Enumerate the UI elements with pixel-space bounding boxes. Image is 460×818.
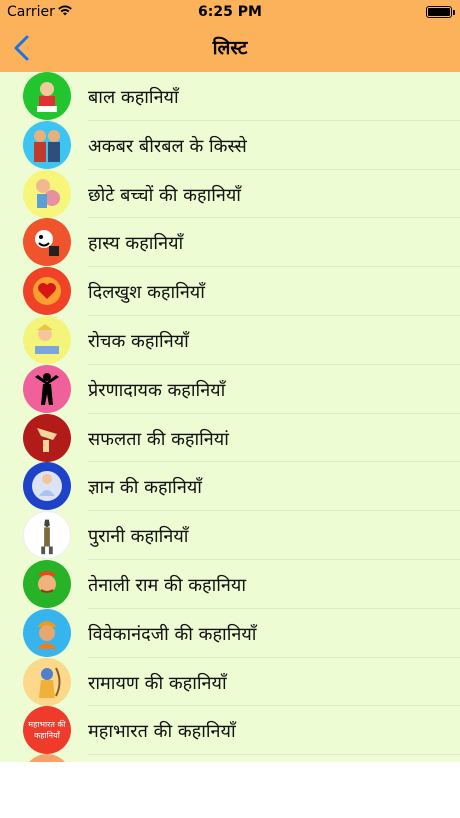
list-item[interactable]: सफलता की कहानियां bbox=[0, 413, 460, 463]
list-item-label: तेनाली राम की कहानिया bbox=[88, 574, 247, 596]
list-item[interactable]: रोचक कहानियाँ bbox=[0, 315, 460, 365]
funny-face-icon bbox=[23, 218, 71, 267]
list-item[interactable]: तेनाली राम की कहानिया bbox=[0, 559, 460, 609]
battery-icon bbox=[426, 6, 455, 18]
rama-icon bbox=[23, 657, 71, 706]
list-item[interactable]: छोटे बच्चों की कहानियाँ bbox=[0, 169, 460, 219]
list-item[interactable]: दिलखुश कहानियाँ bbox=[0, 267, 460, 316]
top-bar: Carrier 6:25 PM लिस्ट bbox=[0, 0, 460, 72]
list-item-label: रोचक कहानियाँ bbox=[88, 330, 189, 352]
list-item-label: ज्ञान की कहानियाँ bbox=[88, 477, 202, 499]
list-item[interactable]: बाल कहानियाँ bbox=[0, 72, 460, 121]
trophy-icon bbox=[23, 413, 71, 462]
partial-avatar-icon bbox=[23, 754, 71, 762]
student-icon bbox=[23, 315, 71, 364]
list-item-label: बाल कहानियाँ bbox=[88, 87, 179, 108]
list-item[interactable]: प्रेरणादायक कहानियाँ bbox=[0, 364, 460, 414]
person-silhouette-icon bbox=[23, 364, 71, 413]
vivekananda-icon bbox=[23, 608, 71, 657]
row-divider bbox=[88, 754, 460, 756]
tenali-icon bbox=[23, 559, 71, 608]
list-item-label: अकबर बीरबल के किस्से bbox=[88, 135, 247, 157]
list-item[interactable]: ज्ञान की कहानियाँ bbox=[0, 462, 460, 512]
list-item-label: रामायण की कहानियाँ bbox=[88, 672, 227, 694]
heart-icon bbox=[23, 267, 71, 316]
list-item-label: महाभारत की कहानियाँ bbox=[88, 721, 236, 743]
list-item-label: सफलता की कहानियां bbox=[88, 428, 229, 450]
list-item[interactable]: महाभारत की कहानियाँ महाभारत की कहानियाँ bbox=[0, 706, 460, 756]
list-item-label: विवेकानंदजी की कहानियाँ bbox=[88, 623, 257, 645]
list-item-label: पुरानी कहानियाँ bbox=[88, 526, 189, 548]
child-reading-icon bbox=[23, 72, 71, 120]
list-item[interactable]: हास्य कहानियाँ bbox=[0, 218, 460, 268]
kids-icon bbox=[23, 169, 71, 218]
list-item[interactable]: अकबर बीरबल के किस्से bbox=[0, 120, 460, 170]
mahabharat-icon-text: महाभारत की कहानियाँ bbox=[28, 720, 66, 741]
story-category-list[interactable]: बाल कहानियाँ अकबर बीरबल के किस्से छोटे ब… bbox=[0, 72, 460, 762]
list-item-label: छोटे बच्चों की कहानियाँ bbox=[88, 184, 241, 206]
anubis-icon bbox=[23, 511, 71, 560]
list-item[interactable]: रामायण की कहानियाँ bbox=[0, 657, 460, 707]
mahabharat-icon: महाभारत की कहानियाँ bbox=[23, 706, 71, 755]
page-title: लिस्ट bbox=[212, 37, 248, 59]
list-item[interactable]: विवेकानंदजी की कहानियाँ bbox=[0, 608, 460, 658]
navigation-bar: लिस्ट bbox=[0, 24, 460, 72]
akbar-birbal-icon bbox=[23, 120, 71, 169]
status-time: 6:25 PM bbox=[198, 4, 262, 20]
meditation-icon bbox=[23, 462, 71, 511]
list-item-label: हास्य कहानियाँ bbox=[88, 233, 184, 255]
list-item[interactable]: पुरानी कहानियाँ bbox=[0, 511, 460, 560]
status-bar: Carrier 6:25 PM bbox=[0, 0, 460, 24]
list-item-label: दिलखुश कहानियाँ bbox=[88, 282, 205, 304]
list-item-label: प्रेरणादायक कहानियाँ bbox=[88, 379, 226, 401]
